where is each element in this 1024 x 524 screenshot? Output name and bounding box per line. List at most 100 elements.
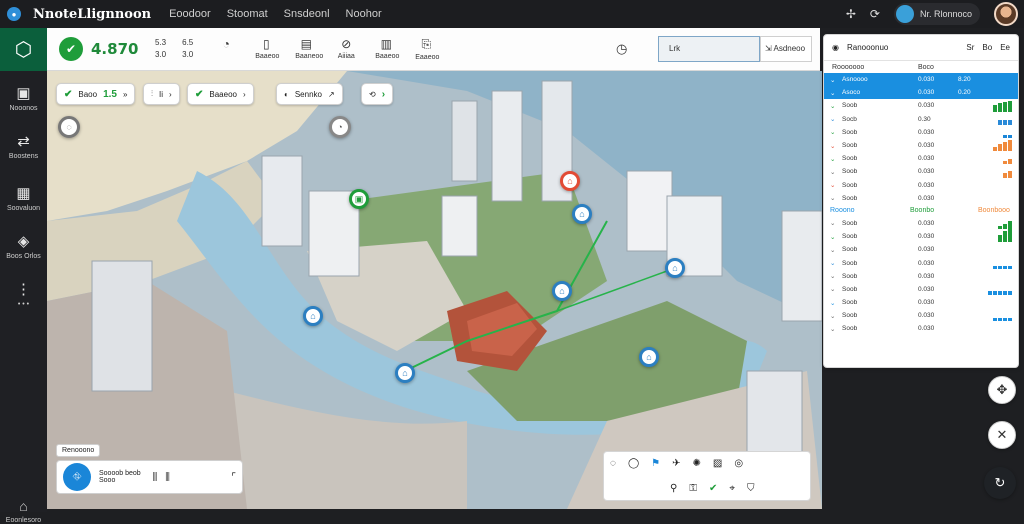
filter-chip[interactable]: ✔ Baaeoo ›: [187, 83, 254, 105]
city-map-view[interactable]: ⌂ ⌂ ▣ ⌂ ⌂ ⌂ ⌂ ⌂ ◌ ◔: [47, 71, 822, 509]
flag-icon[interactable]: ⚑: [651, 458, 660, 469]
map-marker-blue[interactable]: ⌂: [665, 258, 685, 278]
chevron-down-icon[interactable]: ⌄: [830, 233, 842, 241]
layer-tool-icon[interactable]: ⚿: [689, 483, 697, 494]
top-nav-item[interactable]: Noohor: [346, 8, 382, 20]
map-marker-green[interactable]: ▣: [349, 189, 369, 209]
grid-icon[interactable]: ⫼: [165, 472, 170, 483]
pin-icon[interactable]: ✢: [846, 7, 856, 21]
user-chip[interactable]: Nr. Rlonnoco: [893, 3, 980, 25]
panel-row[interactable]: ⌄ Soob 0.030: [824, 243, 1018, 256]
sidebar-item-2[interactable]: ⇄ Boostens: [0, 132, 47, 160]
map-marker-blue[interactable]: ⌂: [639, 347, 659, 367]
tool-button[interactable]: ▯ Baaeoo: [255, 37, 279, 61]
chevron-down-icon[interactable]: ⌄: [830, 194, 842, 202]
ok-icon[interactable]: ✔: [709, 483, 717, 494]
panel-row[interactable]: ⌄ Soob 0.030: [824, 165, 1018, 178]
panel-row[interactable]: ⌄ Soob 0.030: [824, 322, 1018, 335]
top-nav-item[interactable]: Stoomat: [227, 8, 268, 20]
panel-head-item[interactable]: Bo: [982, 43, 992, 52]
chevron-down-icon[interactable]: ⌄: [830, 155, 842, 163]
search-input[interactable]: Lrk: [658, 36, 760, 62]
panel-row[interactable]: ⌄ Soob 0.030: [824, 179, 1018, 192]
sidebar-item-3[interactable]: ▦ Soovaluon: [0, 184, 47, 212]
panel-row[interactable]: ⌄ Asnoooo 0.030 8.20: [824, 73, 1018, 87]
panel-row[interactable]: ⌄ Soob 0.030: [824, 296, 1018, 309]
panel-row[interactable]: ⌄ Soob 0.030: [824, 152, 1018, 165]
route-tool-icon[interactable]: ⚲: [670, 483, 677, 494]
image-icon[interactable]: ▨: [713, 458, 722, 469]
sidebar-bottom-item[interactable]: ⌂ Eoonlesoro: [0, 498, 47, 524]
map-marker-blue[interactable]: ⌂: [552, 281, 572, 301]
chevron-down-icon[interactable]: ⌄: [830, 219, 842, 227]
navigate-icon[interactable]: ↻: [984, 467, 1016, 499]
chevron-down-icon[interactable]: ⌄: [830, 181, 842, 189]
sidebar-item-more[interactable]: ⋮ • • •: [0, 280, 47, 308]
panel-row[interactable]: ⌄ Soob 0.030: [824, 283, 1018, 296]
tool-button[interactable]: ▤ Baaneoo: [295, 37, 323, 61]
chevron-down-icon[interactable]: ⌄: [830, 325, 842, 333]
panel-row[interactable]: ⌄ Soob 0.030: [824, 217, 1018, 230]
measure-icon[interactable]: ✕: [988, 421, 1016, 449]
filter-chip[interactable]: ⫶ Ii ›: [143, 83, 180, 105]
chevron-down-icon[interactable]: ⌄: [830, 115, 842, 123]
top-nav-item[interactable]: Eoodoor: [169, 8, 211, 20]
top-nav-item[interactable]: Snsdeonl: [284, 8, 330, 20]
lock-icon[interactable]: ⛉: [747, 483, 755, 494]
chevron-down-icon[interactable]: ⌄: [830, 102, 842, 110]
map-marker-blue[interactable]: ⌂: [572, 204, 592, 224]
map-marker-blue[interactable]: ⌂: [395, 363, 415, 383]
panel-row[interactable]: ⌄ Soob 0.030: [824, 126, 1018, 139]
chevron-down-icon[interactable]: ⌄: [830, 168, 842, 176]
tool-button[interactable]: ⊘ Aiiiaa: [335, 37, 357, 61]
filter-chip[interactable]: ⟲ ›: [361, 83, 394, 105]
chevron-down-icon[interactable]: ⌄: [830, 285, 842, 293]
filter-chip[interactable]: ◐ Sennko ↗: [276, 83, 343, 105]
profile-avatar[interactable]: [994, 2, 1018, 26]
search-button[interactable]: ⇲ Asdneoo: [760, 36, 812, 62]
chevron-down-icon[interactable]: ⌄: [830, 246, 842, 254]
panel-row[interactable]: ⌄ Soob 0.030: [824, 309, 1018, 322]
camera-icon[interactable]: ◎: [734, 458, 743, 469]
map-marker-red[interactable]: ⌂: [560, 171, 580, 191]
tool-button[interactable]: ▥ Baaeoo: [375, 37, 399, 61]
sidebar-item-4[interactable]: ◈ Boos Orlos: [0, 232, 47, 260]
sidebar-item-1[interactable]: ▣ Nooonos: [0, 84, 47, 112]
panel-row[interactable]: ⌄ Soob 0.030: [824, 192, 1018, 205]
refresh-icon[interactable]: ⟳: [870, 7, 880, 21]
comment-icon[interactable]: ◌: [610, 458, 616, 469]
chevron-down-icon[interactable]: ⌄: [830, 299, 842, 307]
panel-row[interactable]: ⌄ Soob 0.030: [824, 270, 1018, 283]
chevron-down-icon[interactable]: ⌄: [830, 142, 842, 150]
chevron-down-icon[interactable]: ⌄: [830, 76, 842, 84]
chevron-down-icon[interactable]: ⌄: [830, 259, 842, 267]
app-logo-icon[interactable]: ●: [7, 7, 21, 21]
chevron-down-icon[interactable]: ⌄: [830, 128, 842, 136]
tag-icon[interactable]: ⌖: [729, 483, 735, 494]
chevron-down-icon[interactable]: ⌄: [830, 312, 842, 320]
chevron-down-icon[interactable]: ⌄: [830, 89, 842, 97]
panel-row[interactable]: ⌄ Soob 0.030: [824, 256, 1018, 269]
map-marker-blue[interactable]: ⌂: [303, 306, 323, 326]
filter-chip[interactable]: ✔ Baoo 1.5 »: [56, 83, 136, 105]
panel-head-item[interactable]: Ee: [1000, 43, 1010, 52]
chat-icon[interactable]: ◯: [628, 458, 639, 469]
bottom-info-card[interactable]: ⛗ Soooob beob Sooo ⫼ ⫼ ⌜: [56, 460, 243, 494]
panel-row[interactable]: ⌄ Soob 0.030: [824, 227, 1018, 243]
tool-button[interactable]: ⎘ Eaaeoo: [415, 37, 439, 61]
map-compass-icon[interactable]: ◔: [329, 116, 351, 138]
panel-row[interactable]: ⌄ Asoco 0.030 0.20: [824, 86, 1018, 100]
tool-button[interactable]: ◔: [215, 37, 237, 61]
panel-settings-icon[interactable]: ◉: [832, 43, 839, 52]
panel-row[interactable]: ⌄ Socb 0.30: [824, 113, 1018, 126]
chevron-down-icon[interactable]: ⌄: [830, 272, 842, 280]
grid-icon[interactable]: ⫼: [153, 472, 158, 483]
panel-head-item[interactable]: Sr: [966, 43, 974, 52]
history-icon[interactable]: ◷: [616, 41, 646, 57]
panel-row[interactable]: ⌄ Soob 0.030: [824, 139, 1018, 152]
plane-icon[interactable]: ✈: [672, 458, 680, 469]
panel-row[interactable]: ⌄ Soob 0.030: [824, 99, 1018, 112]
expand-icon[interactable]: ⌜: [231, 472, 236, 483]
map-location-icon[interactable]: ◌: [58, 116, 80, 138]
brand-logo-icon[interactable]: ⬡: [0, 28, 47, 71]
